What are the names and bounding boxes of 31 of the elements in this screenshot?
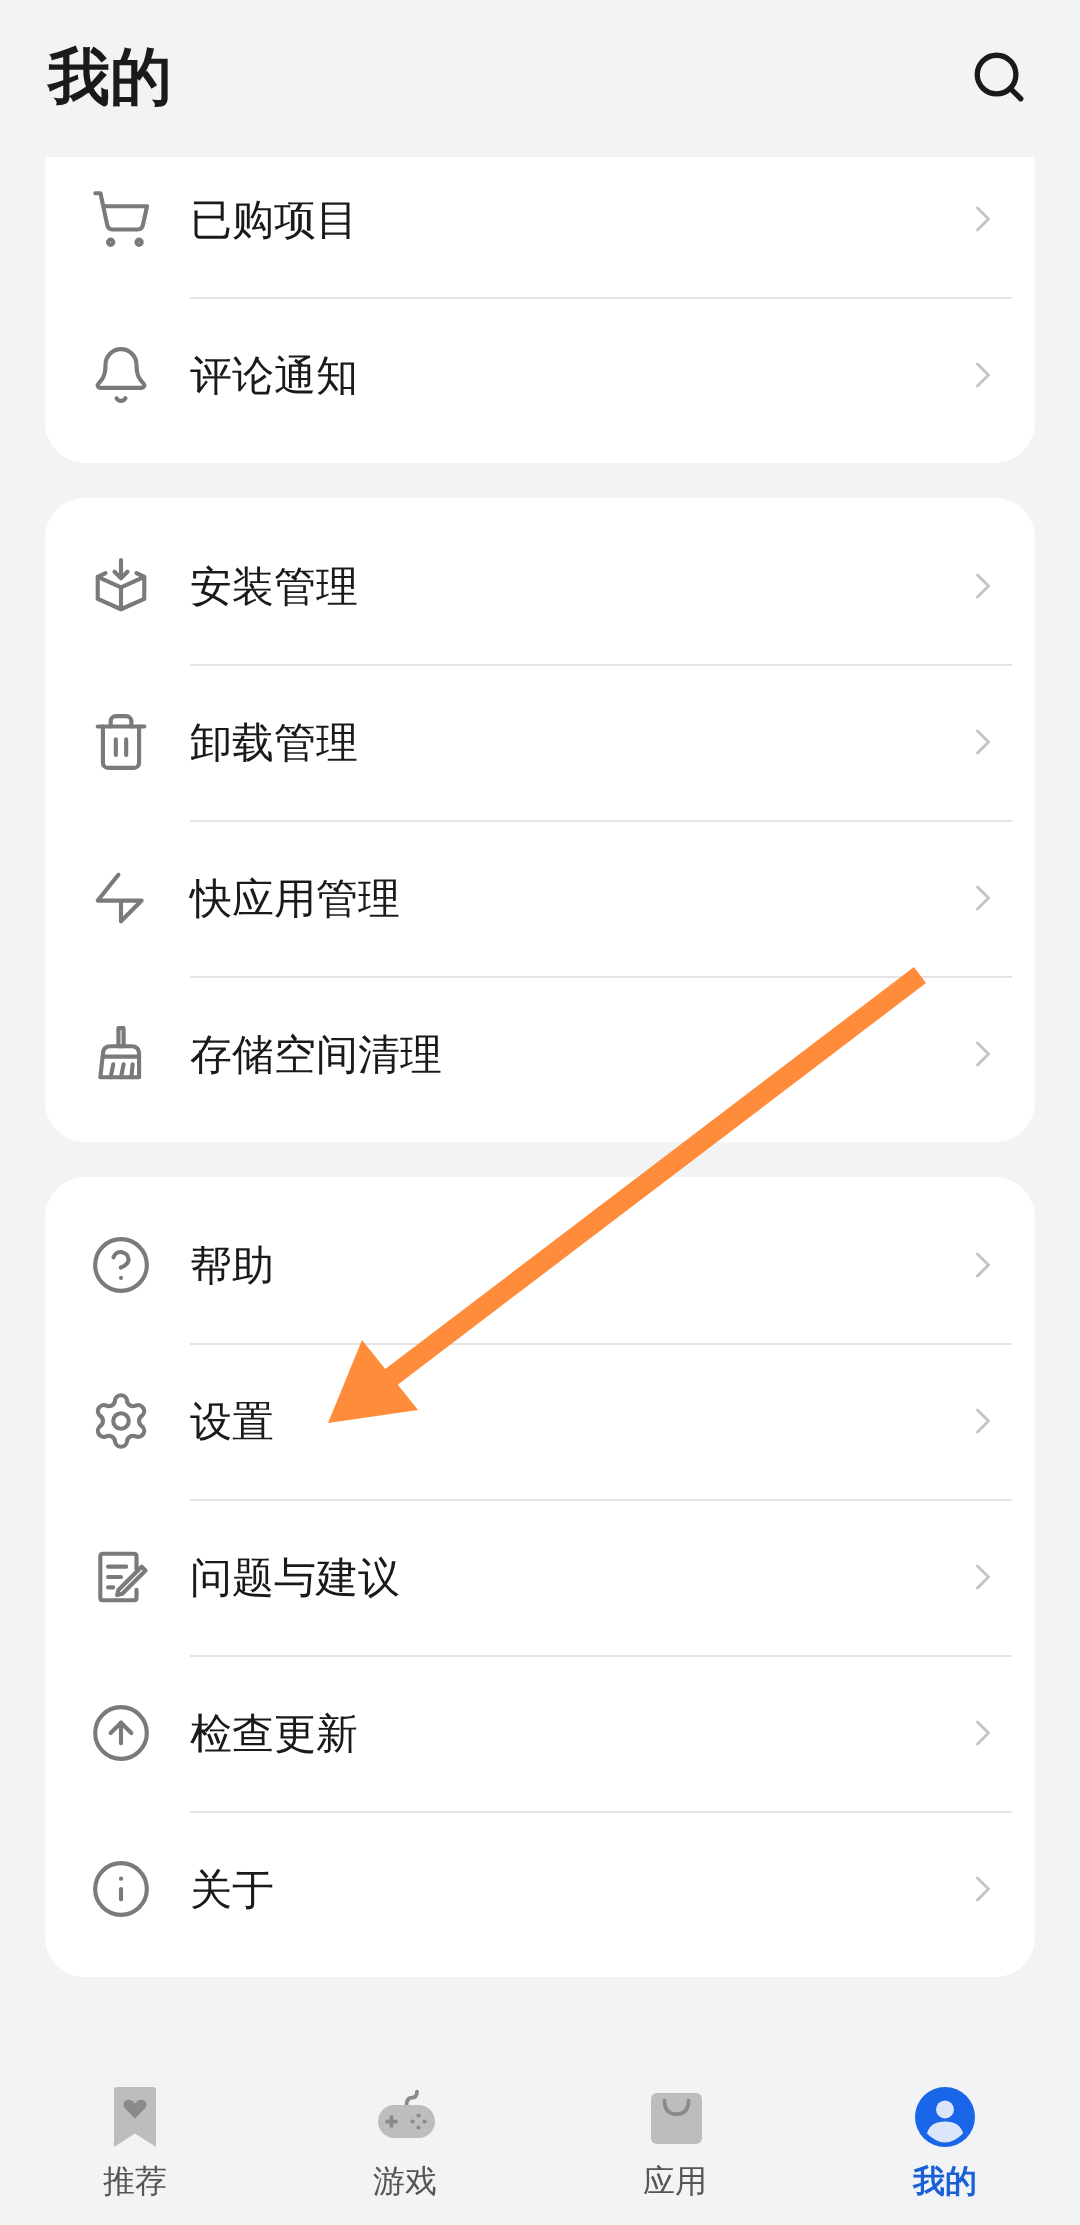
- menu-item[interactable]: 快应用管理: [45, 820, 1035, 976]
- menu-item-label: 帮助: [190, 1240, 275, 1291]
- menu-item[interactable]: 检查更新: [45, 1655, 1035, 1811]
- menu-item-label: 已购项目: [190, 194, 359, 245]
- menu-item-label: 安装管理: [190, 561, 359, 612]
- upload-icon: [90, 1702, 152, 1764]
- menu-item-label: 快应用管理: [190, 873, 401, 924]
- nav-tab[interactable]: 应用: [540, 2040, 810, 2205]
- menu-item-label: 关于: [190, 1864, 275, 1915]
- menu-item[interactable]: 已购项目: [45, 157, 1035, 297]
- menu-item-label: 卸载管理: [190, 717, 359, 768]
- page-title: 我的: [48, 41, 172, 113]
- menu-item-label: 设置: [190, 1396, 275, 1447]
- menu-item[interactable]: 关于: [45, 1811, 1035, 1967]
- cart-icon: [90, 188, 152, 250]
- nav-tab[interactable]: 我的: [810, 2040, 1080, 2205]
- menu-item-label: 问题与建议: [190, 1552, 401, 1603]
- menu-item-label: 评论通知: [190, 350, 359, 401]
- menu-item[interactable]: 问题与建议: [45, 1499, 1035, 1655]
- nav-tab[interactable]: 游戏: [270, 2040, 540, 2205]
- menu-item[interactable]: 评论通知: [45, 297, 1035, 453]
- nav-tab[interactable]: 推荐: [0, 2040, 270, 2205]
- menu-item[interactable]: 安装管理: [45, 508, 1035, 664]
- info-icon: [90, 1858, 152, 1920]
- menu-item-label: 存储空间清理: [190, 1029, 443, 1080]
- menu-item-label: 检查更新: [190, 1708, 359, 1759]
- menu-item[interactable]: 存储空间清理: [45, 976, 1035, 1132]
- menu-item[interactable]: 帮助: [45, 1187, 1035, 1343]
- help-icon: [90, 1234, 152, 1296]
- menu-item[interactable]: 设置: [45, 1343, 1035, 1499]
- menu-item[interactable]: 卸载管理: [45, 664, 1035, 820]
